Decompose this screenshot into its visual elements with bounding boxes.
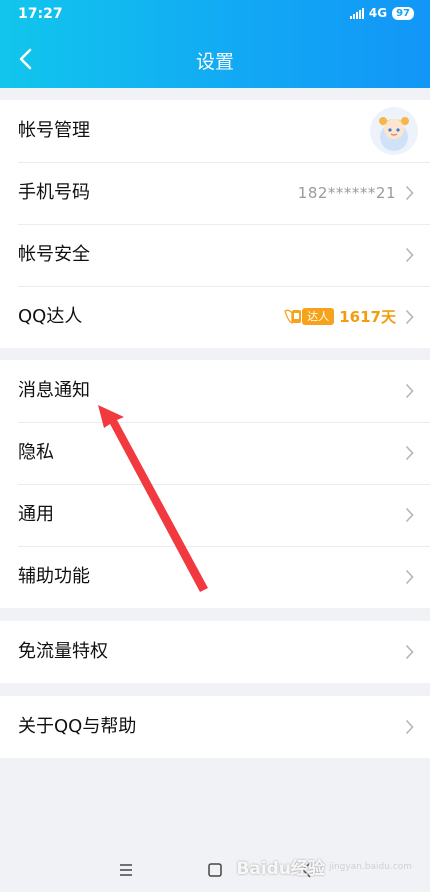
network-type: 4G [368,6,388,20]
phone-number-row[interactable]: 手机号码 182******21 [0,162,430,224]
page-title: 设置 [195,51,234,73]
talent-days: 1617天 [339,307,396,326]
general-label: 通用 [18,504,54,525]
privacy-row[interactable]: 隐私 [0,422,430,484]
general-section: 消息通知 隐私 通用 辅助功能 [0,360,430,608]
chevron-right-icon [405,185,414,201]
home-icon[interactable] [203,858,227,882]
about-help-label: 关于QQ与帮助 [18,716,137,737]
chevron-right-icon [405,445,414,461]
title-bar: 设置 [0,30,430,88]
qq-talent-row[interactable]: QQ达人 达人 1617天 [0,286,430,348]
chevron-right-icon [405,644,414,660]
menu-icon[interactable] [114,858,138,882]
signal-icon [349,7,364,19]
about-section: 关于QQ与帮助 [0,696,430,758]
navigation-bar: Baidu经验 jingyan.baidu.com [0,848,430,892]
account-management-row[interactable]: 帐号管理 [0,100,430,162]
talent-status: 达人 1617天 [283,305,396,327]
chevron-right-icon [405,719,414,735]
privacy-label: 隐私 [18,442,54,463]
watermark-text: Baidu经验 [236,859,325,879]
status-time: 17:27 [18,6,63,22]
general-row[interactable]: 通用 [0,484,430,546]
about-help-row[interactable]: 关于QQ与帮助 [0,696,430,758]
account-management-label: 帐号管理 [18,120,90,141]
watermark-url: jingyan.baidu.com [328,861,412,872]
talent-badge: 达人 [283,305,335,327]
phone-number-label: 手机号码 [18,182,90,203]
account-section: 帐号管理 手机号码 182******21 帐号安全 QQ达人 达人 1617天 [0,100,430,348]
chevron-right-icon [405,507,414,523]
account-security-label: 帐号安全 [18,244,90,265]
phone-number-value: 182******21 [297,184,396,202]
talent-tag: 达人 [302,307,335,325]
chevron-right-icon [405,309,414,325]
notifications-row[interactable]: 消息通知 [0,360,430,422]
chevron-right-icon [405,247,414,263]
watermark: Baidu经验 jingyan.baidu.com [236,854,412,879]
data-free-section: 免流量特权 [0,621,430,683]
account-security-row[interactable]: 帐号安全 [0,224,430,286]
chevron-right-icon [405,383,414,399]
battery-icon: 97 [392,6,414,20]
status-indicators: 4G 97 [349,6,414,20]
qq-talent-label: QQ达人 [18,306,83,327]
status-bar: 17:27 4G 97 [0,0,430,30]
accessibility-label: 辅助功能 [18,566,90,587]
data-free-privilege-label: 免流量特权 [18,641,108,662]
accessibility-row[interactable]: 辅助功能 [0,546,430,608]
notifications-label: 消息通知 [18,380,90,401]
avatar[interactable] [370,107,418,155]
data-free-privilege-row[interactable]: 免流量特权 [0,621,430,683]
chevron-right-icon [405,569,414,585]
